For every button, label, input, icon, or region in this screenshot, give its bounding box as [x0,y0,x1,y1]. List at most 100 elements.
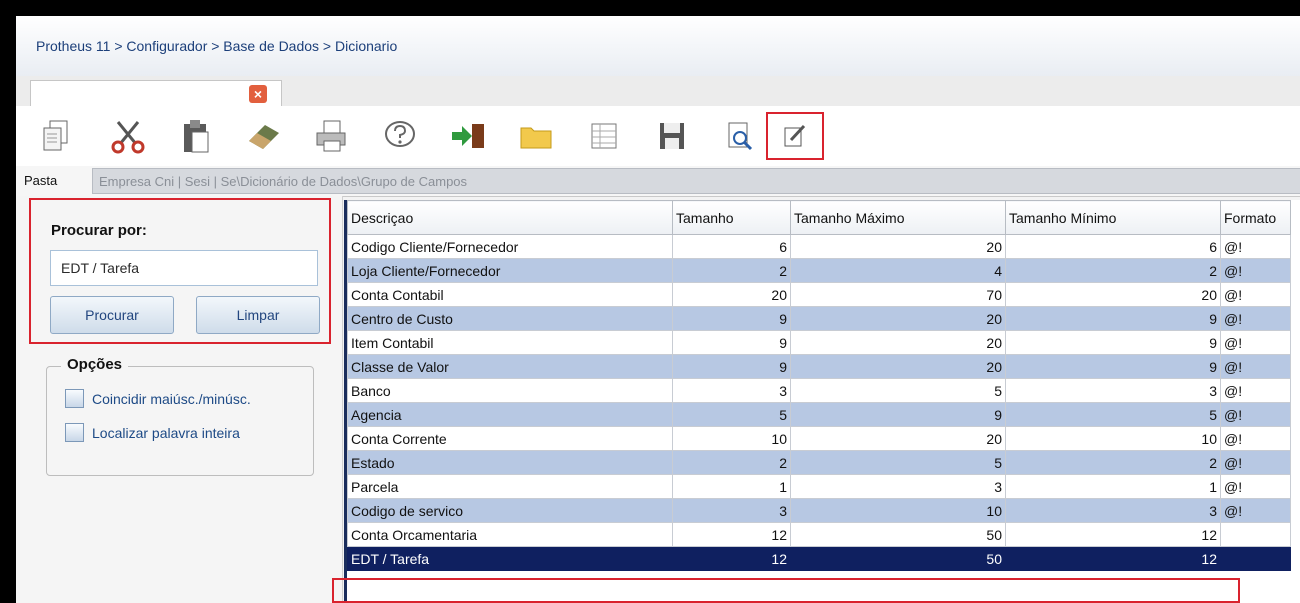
table-cell: 20 [790,306,1006,331]
document-tab[interactable]: × [30,80,282,107]
search-input[interactable] [50,250,318,286]
table-row[interactable]: Estado 2 5 2 @! [347,450,1291,475]
paste-icon[interactable] [176,116,216,156]
table-cell: 1 [672,474,791,499]
whole-word-checkbox[interactable] [65,423,84,442]
table-cell: 9 [1005,354,1221,379]
data-grid: Descriçao Tamanho Tamanho Máximo Tamanho Mí… [344,200,1300,603]
table-cell: 9 [672,330,791,355]
table-cell: 1 [1005,474,1221,499]
close-tab-button[interactable]: × [249,85,267,103]
table-cell [1220,522,1291,547]
table-cell [1220,546,1291,571]
column-header[interactable]: Tamanho Mínimo [1005,200,1221,235]
toolbar [16,106,1300,167]
table-cell: 5 [672,402,791,427]
copy-icon[interactable] [36,116,76,156]
search-panel: Procurar por: Procurar Limpar Opções Coi… [16,196,343,603]
table-cell: 9 [1005,306,1221,331]
grid-icon[interactable] [584,116,624,156]
table-cell: 2 [672,450,791,475]
options-title: Opções [61,356,129,373]
table-row[interactable]: Conta Corrente 10 20 10 @! [347,426,1291,451]
cut-icon[interactable] [108,116,148,156]
search-button[interactable]: Procurar [50,296,174,334]
table-cell: Conta Contabil [347,282,673,307]
table-cell: 5 [790,378,1006,403]
search-title: Procurar por: [51,222,147,239]
table-cell: 9 [1005,330,1221,355]
match-case-label: Coincidir maiúsc./minúsc. [92,390,251,407]
table-cell: 20 [1005,282,1221,307]
match-case-checkbox[interactable] [65,389,84,408]
whole-word-label: Localizar palavra inteira [92,424,240,441]
table-cell: Banco [347,378,673,403]
table-cell: 50 [790,546,1006,571]
edit-icon[interactable] [766,112,824,160]
column-header[interactable]: Tamanho [672,200,791,235]
column-header[interactable]: Tamanho Máximo [790,200,1006,235]
table-cell: 12 [672,522,791,547]
table-cell: 12 [1005,546,1221,571]
table-cell: 10 [1005,426,1221,451]
table-row[interactable]: Classe de Valor 9 20 9 @! [347,354,1291,379]
table-header-row: Descriçao Tamanho Tamanho Máximo Tamanho Mí… [347,200,1291,235]
preview-icon[interactable] [720,116,760,156]
folder-icon[interactable] [516,116,556,156]
help-icon[interactable] [380,116,420,156]
options-group: Opções Coincidir maiúsc./minúsc. Localiz… [46,356,314,476]
table-row[interactable]: Item Contabil 9 20 9 @! [347,330,1291,355]
table-row[interactable]: Codigo de servico 3 10 3 @! [347,498,1291,523]
table-cell: 20 [790,354,1006,379]
table-cell: Parcela [347,474,673,499]
table-cell: Item Contabil [347,330,673,355]
table-cell: 3 [672,378,791,403]
clear-button[interactable]: Limpar [196,296,320,334]
match-case-option[interactable]: Coincidir maiúsc./minúsc. [65,389,251,408]
table-cell: 10 [672,426,791,451]
table-cell: @! [1220,450,1291,475]
search-group: Procurar por: Procurar Limpar [29,198,331,344]
table-cell: @! [1220,306,1291,331]
table-cell: 2 [1005,450,1221,475]
whole-word-option[interactable]: Localizar palavra inteira [65,423,240,442]
table-cell: Codigo Cliente/Fornecedor [347,234,673,259]
fields-table: Descriçao Tamanho Tamanho Máximo Tamanho Mí… [347,200,1291,571]
table-cell: Loja Cliente/Fornecedor [347,258,673,283]
column-header[interactable]: Formato [1220,200,1291,235]
table-cell: 2 [672,258,791,283]
table-cell: 2 [1005,258,1221,283]
table-cell: @! [1220,282,1291,307]
table-cell: 12 [672,546,791,571]
table-cell: @! [1220,378,1291,403]
table-row[interactable]: EDT / Tarefa 12 50 12 [347,546,1291,571]
table-row[interactable]: Agencia 5 9 5 @! [347,402,1291,427]
table-row[interactable]: Conta Orcamentaria 12 50 12 [347,522,1291,547]
table-cell: 20 [790,330,1006,355]
table-cell: @! [1220,330,1291,355]
print-icon[interactable] [312,116,352,156]
table-cell: 9 [672,306,791,331]
table-row[interactable]: Banco 3 5 3 @! [347,378,1291,403]
table-row[interactable]: Parcela 1 3 1 @! [347,474,1291,499]
table-cell: 50 [790,522,1006,547]
eraser-icon[interactable] [244,116,284,156]
table-cell: 70 [790,282,1006,307]
folder-label: Pasta [24,173,58,188]
table-cell: 9 [672,354,791,379]
table-row[interactable]: Codigo Cliente/Fornecedor 6 20 6 @! [347,234,1291,259]
table-cell: @! [1220,234,1291,259]
breadcrumb-text: Protheus 11 > Configurador > Base de Dad… [36,38,398,54]
table-row[interactable]: Centro de Custo 9 20 9 @! [347,306,1291,331]
table-cell: Codigo de servico [347,498,673,523]
table-cell: Classe de Valor [347,354,673,379]
table-row[interactable]: Conta Contabil 20 70 20 @! [347,282,1291,307]
table-cell: 5 [1005,402,1221,427]
breadcrumb: Protheus 11 > Configurador > Base de Dad… [16,16,1300,77]
table-cell: 10 [790,498,1006,523]
table-row[interactable]: Loja Cliente/Fornecedor 2 4 2 @! [347,258,1291,283]
table-cell: 6 [672,234,791,259]
column-header[interactable]: Descriçao [347,200,673,235]
exit-icon[interactable] [448,116,488,156]
save-icon[interactable] [652,116,692,156]
